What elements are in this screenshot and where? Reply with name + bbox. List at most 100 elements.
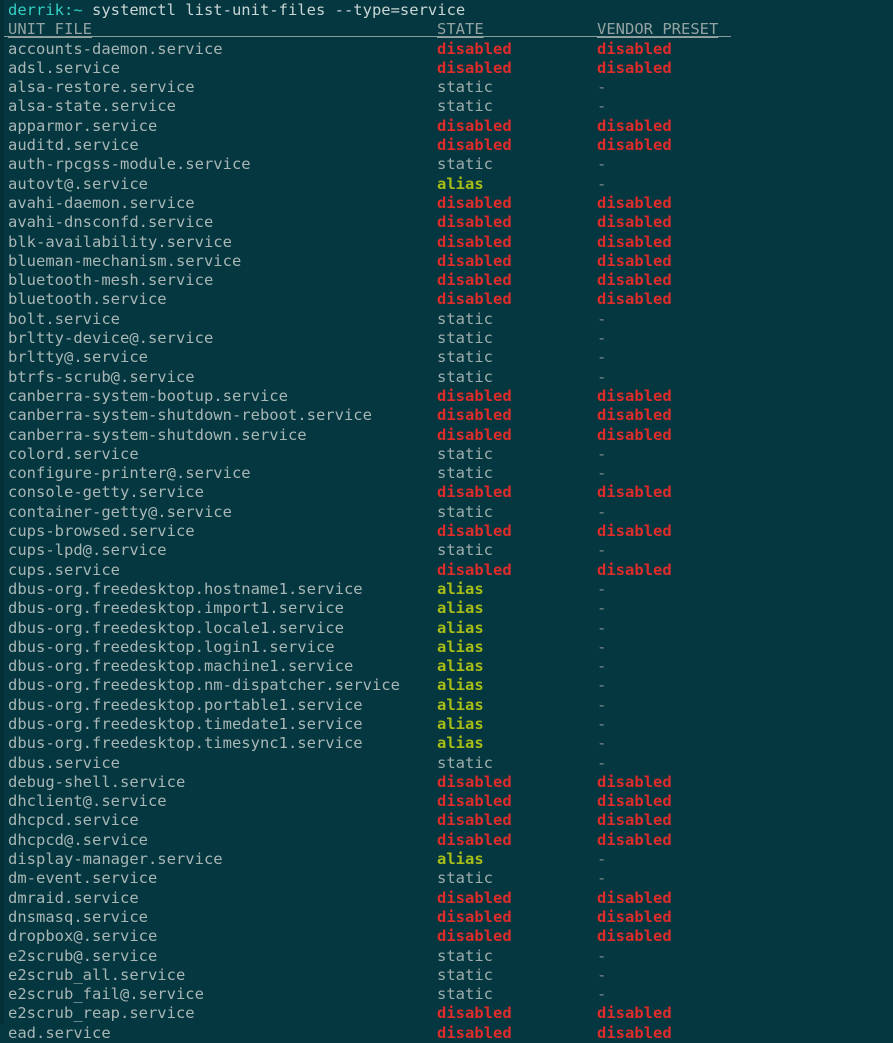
table-row: bolt.service static - <box>0 310 893 329</box>
unit-state-value: alias <box>437 637 484 656</box>
unit-file-name: dbus-org.freedesktop.nm-dispatcher.servi… <box>8 676 400 695</box>
unit-state-value: static <box>437 502 493 521</box>
unit-vendor-preset-value: disabled <box>597 290 672 309</box>
table-row: container-getty@.service static - <box>0 503 893 522</box>
unit-state-value: disabled <box>437 386 512 405</box>
unit-file-name: console-getty.service <box>8 483 204 502</box>
table-row: autovt@.service alias - <box>0 175 893 194</box>
unit-file-name: dropbox@.service <box>8 927 158 946</box>
prompt-group: derrik:~ systemctl list-unit-files --typ… <box>8 1 465 20</box>
unit-vendor-preset-value: disabled <box>597 772 672 791</box>
unit-file-name: dhcpcd.service <box>8 811 139 830</box>
unit-file-name: debug-shell.service <box>8 772 186 791</box>
unit-vendor-preset-value: - <box>597 676 607 695</box>
unit-state-value: disabled <box>437 232 512 251</box>
table-row: dnsmasq.service disabled disabled <box>0 908 893 927</box>
unit-vendor-preset-value: - <box>597 946 607 965</box>
unit-state-value: disabled <box>437 251 512 270</box>
unit-vendor-preset-value: disabled <box>597 888 672 907</box>
table-row: configure-printer@.service static - <box>0 464 893 483</box>
table-row: apparmor.service disabled disabled <box>0 117 893 136</box>
unit-file-name: blk-availability.service <box>8 232 232 251</box>
unit-file-name: bolt.service <box>8 309 120 328</box>
table-row: display-manager.service alias - <box>0 850 893 869</box>
terminal-window[interactable]: derrik:~ systemctl list-unit-files --typ… <box>0 0 893 1042</box>
unit-vendor-preset-value: - <box>597 155 607 174</box>
table-row: bluetooth.service disabled disabled <box>0 290 893 309</box>
unit-state-value: disabled <box>437 116 512 135</box>
unit-state-value: alias <box>437 695 484 714</box>
unit-vendor-preset-value: disabled <box>597 271 672 290</box>
unit-state-value: static <box>437 464 493 483</box>
unit-vendor-preset-value: disabled <box>597 193 672 212</box>
unit-state-value: static <box>437 309 493 328</box>
unit-file-list[interactable]: accounts-daemon.service disabled disabled a… <box>0 40 893 1043</box>
unit-file-name: dbus-org.freedesktop.portable1.service <box>8 695 363 714</box>
unit-state-value: disabled <box>437 136 512 155</box>
table-row: cups-browsed.service disabled disabled <box>0 522 893 541</box>
table-row: dbus-org.freedesktop.nm-dispatcher.servi… <box>0 676 893 695</box>
unit-vendor-preset-value: disabled <box>597 907 672 926</box>
table-header-underline <box>4 36 731 38</box>
unit-state-value: disabled <box>437 193 512 212</box>
table-row: dbus-org.freedesktop.hostname1.service al… <box>0 580 893 599</box>
unit-file-name: dbus-org.freedesktop.timesync1.service <box>8 734 363 753</box>
unit-file-name: auditd.service <box>8 136 139 155</box>
table-row: brltty@.service static - <box>0 348 893 367</box>
unit-state-value: static <box>437 753 493 772</box>
table-row: dbus-org.freedesktop.locale1.service alia… <box>0 619 893 638</box>
unit-state-value: static <box>437 444 493 463</box>
table-row: dhcpcd@.service disabled disabled <box>0 831 893 850</box>
table-row: avahi-daemon.service disabled disabled <box>0 194 893 213</box>
command-prompt-line: derrik:~ systemctl list-unit-files --typ… <box>0 1 893 20</box>
table-row: dhclient@.service disabled disabled <box>0 792 893 811</box>
unit-state-value: disabled <box>437 907 512 926</box>
unit-vendor-preset-value: disabled <box>597 213 672 232</box>
table-header-row: UNIT FILE STATE VENDOR PRESET <box>0 20 893 39</box>
terminal-screen[interactable]: derrik:~ systemctl list-unit-files --typ… <box>0 0 893 1042</box>
unit-file-name: e2scrub@.service <box>8 946 158 965</box>
unit-file-name: dbus-org.freedesktop.machine1.service <box>8 657 354 676</box>
table-row: dbus-org.freedesktop.import1.service alia… <box>0 599 893 618</box>
unit-file-name: container-getty@.service <box>8 502 232 521</box>
unit-file-name: dbus-org.freedesktop.locale1.service <box>8 618 344 637</box>
unit-file-name: dbus-org.freedesktop.import1.service <box>8 599 344 618</box>
unit-file-name: dnsmasq.service <box>8 907 148 926</box>
unit-vendor-preset-value: - <box>597 329 607 348</box>
table-row: ead.service disabled disabled <box>0 1024 893 1043</box>
unit-vendor-preset-value: - <box>597 464 607 483</box>
unit-state-value: static <box>437 985 493 1004</box>
unit-vendor-preset-value: - <box>597 367 607 386</box>
table-row: blueman-mechanism.service disabled disable… <box>0 252 893 271</box>
table-row: debug-shell.service disabled disabled <box>0 773 893 792</box>
unit-state-value: disabled <box>437 58 512 77</box>
unit-vendor-preset-value: disabled <box>597 1004 672 1023</box>
unit-state-value: alias <box>437 174 484 193</box>
unit-state-value: disabled <box>437 560 512 579</box>
unit-vendor-preset-value: - <box>597 444 607 463</box>
unit-vendor-preset-value: - <box>597 502 607 521</box>
unit-state-value: disabled <box>437 772 512 791</box>
unit-file-name: dbus.service <box>8 753 120 772</box>
unit-file-name: bluetooth-mesh.service <box>8 271 214 290</box>
table-row: dbus-org.freedesktop.machine1.service ali… <box>0 657 893 676</box>
unit-vendor-preset-value: disabled <box>597 58 672 77</box>
table-row: accounts-daemon.service disabled disabled <box>0 40 893 59</box>
prompt-user-host: derrik:~ <box>8 1 83 19</box>
table-row: dropbox@.service disabled disabled <box>0 927 893 946</box>
unit-state-value: static <box>437 965 493 984</box>
unit-file-name: canberra-system-shutdown.service <box>8 425 307 444</box>
unit-file-name: accounts-daemon.service <box>8 39 223 58</box>
table-row: avahi-dnsconfd.service disabled disabled <box>0 213 893 232</box>
table-row: canberra-system-shutdown-reboot.service d… <box>0 406 893 425</box>
unit-file-name: brltty-device@.service <box>8 329 214 348</box>
unit-vendor-preset-value: - <box>597 869 607 888</box>
unit-state-value: disabled <box>437 290 512 309</box>
unit-vendor-preset-value: disabled <box>597 136 672 155</box>
unit-state-value: static <box>437 869 493 888</box>
unit-state-value: disabled <box>437 927 512 946</box>
table-row: canberra-system-shutdown.service disabled… <box>0 426 893 445</box>
unit-state-value: static <box>437 946 493 965</box>
unit-file-name: e2scrub_reap.service <box>8 1004 195 1023</box>
table-row: bluetooth-mesh.service disabled disabled <box>0 271 893 290</box>
